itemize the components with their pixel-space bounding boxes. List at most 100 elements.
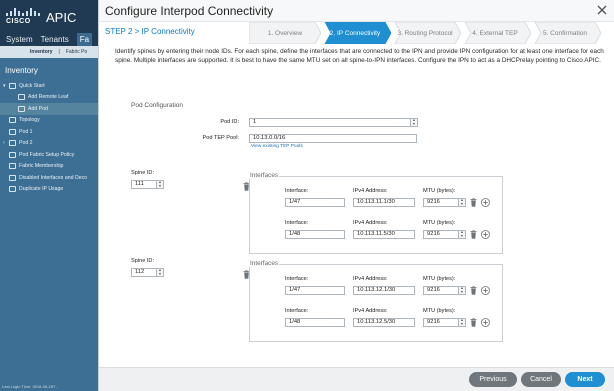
next-button[interactable]: Next [565,372,605,387]
sidebar-item[interactable]: › Pod 2 [0,138,100,150]
sidebar-title: Inventory [5,66,38,75]
previous-button[interactable]: Previous [469,372,517,387]
view-tep-pools-link[interactable]: View existing TEP Pools [251,144,303,149]
mtu-input[interactable]: 9216 [423,230,459,239]
nav-tab-system[interactable]: System [6,35,33,44]
mtu-stepper[interactable]: ▲ ▼ [459,286,466,295]
intro-text: Identify spines by entering their node I… [115,48,604,65]
sidebar-item[interactable]: Disabled Interfaces and Deco [0,172,100,184]
spine-id-stepper[interactable]: ▲ ▼ [157,268,164,277]
sidebar-item[interactable]: Add Pod [0,103,100,115]
trash-icon[interactable] [469,198,478,207]
spine-id-label: Spine ID: [131,258,155,264]
sidebar-item-label: Disabled Interfaces and Deco [19,174,88,181]
interface-input[interactable]: 1/48 [285,318,345,327]
mtu-input[interactable]: 9216 [423,286,459,295]
wizard-step[interactable]: 4. External TEP [459,22,531,44]
ipv4-address-label: IPv4 Address: [353,188,388,194]
wizard-step-label: 1. Overview [267,29,303,37]
dialog-title: Configure Interpod Connectivity [105,4,274,18]
quick-start-icon [9,82,16,89]
folder-icon [9,151,16,158]
ipv4-address-input[interactable]: 10.113.11.5/30 [353,230,415,239]
sidebar-item[interactable]: Duplicate IP Usage [0,184,100,196]
nav-tab-fabric[interactable]: Fa [76,32,93,46]
mtu-input[interactable]: 9216 [423,198,459,207]
interface-input[interactable]: 1/47 [285,286,345,295]
pod-id-label: Pod ID: [220,119,239,125]
wizard-step-label: 3. Routing Protocol [397,29,453,37]
mtu-stepper[interactable]: ▲ ▼ [459,198,466,207]
folder-icon [9,186,16,193]
sidebar-item-label: Pod 2 [19,140,33,147]
interface-label: Interface: [285,188,309,194]
sidebar-item[interactable]: Add Remote Leaf [0,92,100,104]
apic-header: cisco APIC System Tenants Fa [0,0,100,46]
pod-icon [9,128,16,135]
sidebar-item-label: Quick Start [19,82,45,89]
sub-nav-inventory[interactable]: Inventory [30,49,53,55]
interface-label: Interface: [285,276,309,282]
close-icon[interactable] [596,4,608,16]
ipv4-address-label: IPv4 Address: [353,276,388,282]
sidebar-item[interactable]: Pod Fabric Setup Policy [0,149,100,161]
document-icon [18,105,25,112]
wizard-step[interactable]: 1. Overview [249,22,321,44]
trash-icon[interactable] [469,318,478,327]
mtu-stepper[interactable]: ▲ ▼ [459,230,466,239]
mtu-stepper[interactable]: ▲ ▼ [459,318,466,327]
interfaces-heading: Interfaces [249,172,280,179]
sidebar-item-label: Pod Fabric Setup Policy [19,151,75,158]
sidebar-item[interactable]: Fabric Membership [0,161,100,173]
add-icon[interactable] [481,230,490,239]
add-icon[interactable] [481,198,490,207]
folder-icon [9,163,16,170]
ipv4-address-input[interactable]: 10.113.11.1/30 [353,198,415,207]
add-icon[interactable] [481,318,490,327]
sidebar-item-label: Add Remote Leaf [28,94,69,101]
topology-icon [9,117,16,124]
spine-id-input[interactable]: 112 [131,268,157,277]
trash-icon[interactable] [469,286,478,295]
ipv4-address-input[interactable]: 10.113.12.1/30 [353,286,415,295]
configure-interpod-dialog: Configure Interpod Connectivity STEP 2 >… [98,0,614,391]
sidebar-item[interactable]: Topology [0,115,100,127]
sidebar-item-label: Fabric Membership [19,163,64,170]
wizard-step-label: 2. IP Connectivity [329,29,381,37]
wizard-step[interactable]: 2. IP Connectivity [319,22,391,44]
pod-configuration-heading: Pod Configuration [131,102,184,109]
cancel-button[interactable]: Cancel [521,372,561,387]
wizard-step[interactable]: 5. Confirmation [529,22,601,44]
nav-tab-tenants[interactable]: Tenants [41,35,69,44]
mtu-input[interactable]: 9216 [423,318,459,327]
interface-input[interactable]: 1/48 [285,230,345,239]
cisco-wordmark: cisco [6,18,31,25]
interface-input[interactable]: 1/47 [285,198,345,207]
folder-icon [9,174,16,181]
mtu-label: MTU (bytes): [423,188,456,194]
dialog-footer: Previous Cancel Next [99,367,614,391]
last-login-text: Last Login Time: 2018-08-28T... [2,384,59,389]
sidebar-item[interactable]: ▾ Quick Start [0,80,100,92]
ipv4-address-input[interactable]: 10.113.12.5/30 [353,318,415,327]
sidebar-item[interactable]: Pod 1 [0,126,100,138]
pod-id-stepper[interactable]: ▲ ▼ [411,118,418,127]
trash-icon[interactable] [469,230,478,239]
wizard-step[interactable]: 3. Routing Protocol [389,22,461,44]
pod-id-input[interactable]: 1 [249,118,411,127]
interfaces-heading: Interfaces [249,260,280,267]
mtu-label: MTU (bytes): [423,276,456,282]
sidebar-item-label: Add Pod [28,105,48,112]
pod-tep-pool-input[interactable]: 10.13.0.0/16 [249,134,417,143]
sub-nav-fabric-policies[interactable]: Fabric Po [66,49,87,55]
interface-label: Interface: [285,220,309,226]
add-icon[interactable] [481,286,490,295]
spine-id-stepper[interactable]: ▲ ▼ [157,180,164,189]
sidebar-item-label: Pod 1 [19,128,33,135]
sidebar: Inventory ▾ Quick Start Add Remote Leaf Add… [0,58,100,391]
wizard-steps: STEP 2 > IP Connectivity 1. Overview 2. I… [99,22,614,44]
spine-id-input[interactable]: 111 [131,180,157,189]
wizard-step-label: 4. External TEP [472,29,518,37]
mtu-label: MTU (bytes): [423,308,456,314]
sub-nav: Inventory | Fabric Po [0,46,100,58]
